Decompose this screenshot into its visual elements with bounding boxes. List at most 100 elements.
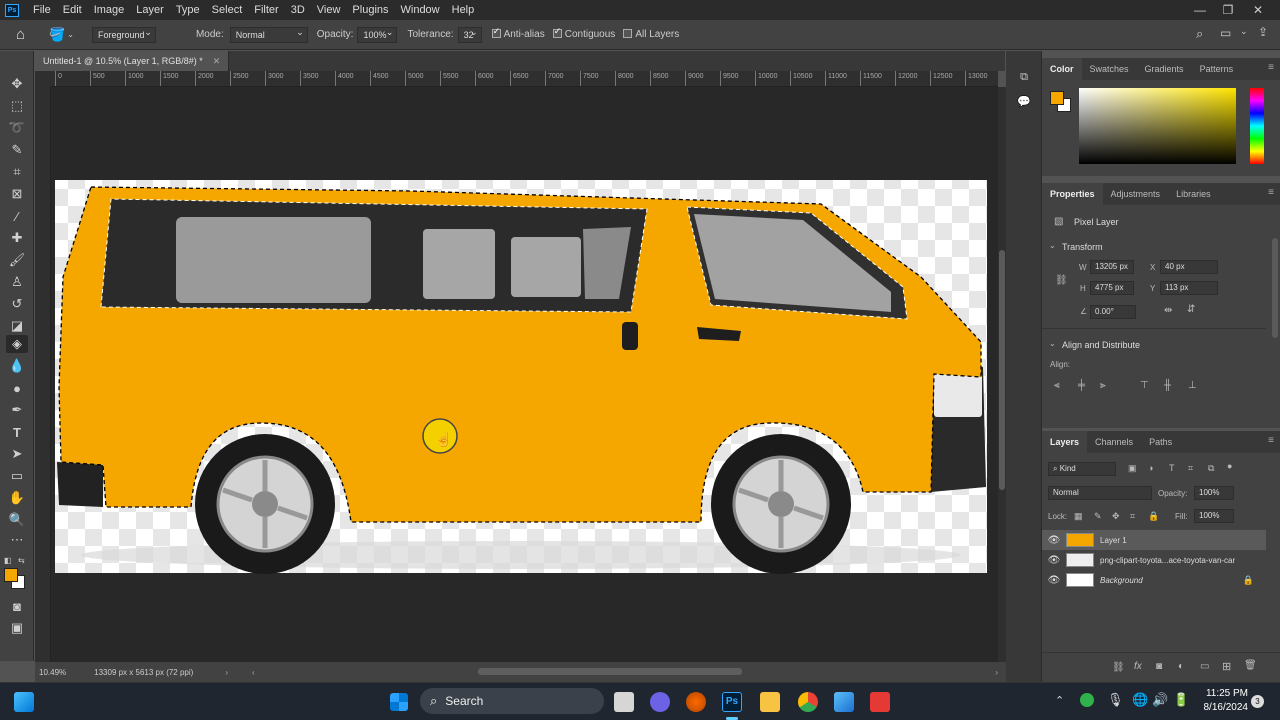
healing-brush-tool-icon[interactable]: ✚ [6,229,28,247]
file-explorer-icon[interactable] [760,692,780,712]
notification-badge[interactable]: 3 [1251,695,1264,708]
panel-menu-icon[interactable]: ≡ [1268,187,1274,198]
link-layers-icon[interactable]: ⛓ [1112,662,1125,673]
capcut-icon[interactable] [870,692,890,712]
foreground-color-swatch[interactable] [4,568,18,582]
volume-icon[interactable]: 🔊 [1152,692,1168,708]
new-group-icon[interactable]: ▭ [1200,661,1209,672]
align-top-icon[interactable]: ⊤ [1140,380,1149,391]
tolerance-input[interactable]: 32 [457,25,482,43]
share-icon[interactable]: ⇪ [1258,25,1268,39]
width-input[interactable]: 13205 px [1090,260,1134,274]
layer-name[interactable]: Layer 1 [1100,536,1127,545]
lock-artboard-icon[interactable]: ⌗ [1130,511,1135,522]
menu-3d[interactable]: 3D [285,4,311,16]
frame-tool-icon[interactable]: ⊠ [6,185,28,203]
align-left-icon[interactable]: ⫷ [1054,380,1060,391]
path-selection-tool-icon[interactable]: ➤ [6,445,28,463]
language-icon[interactable]: 🌐 [1132,692,1148,708]
contiguous-checkbox[interactable]: Contiguous [552,26,615,40]
widgets-icon[interactable] [14,692,34,712]
blur-tool-icon[interactable]: 💧 [6,357,28,375]
menu-layer[interactable]: Layer [130,4,170,16]
filter-smart-object-icon[interactable]: ⧉ [1208,463,1214,474]
chevron-down-icon[interactable]: ⌄ [67,30,74,39]
move-tool-icon[interactable]: ✥ [6,75,28,93]
swap-colors-icon[interactable]: ⇆ [18,556,25,565]
chat-icon[interactable] [650,692,670,712]
crop-tool-icon[interactable]: ⌗ [6,163,28,181]
lasso-tool-icon[interactable]: ➰ [6,119,28,137]
anti-alias-checkbox[interactable]: Anti-alias [491,26,545,40]
menu-image[interactable]: Image [88,4,131,16]
comments-panel-icon[interactable]: 💬 [1016,95,1032,111]
flip-vertical-icon[interactable]: ⇵ [1187,304,1195,315]
add-mask-icon[interactable]: ◙ [1156,661,1162,672]
layer-opacity-input[interactable]: 100% [1194,486,1234,500]
type-tool-icon[interactable]: T [6,423,28,441]
fill-input[interactable]: 100% [1194,509,1234,523]
eraser-tool-icon[interactable]: ◪ [6,317,28,335]
properties-scroll-thumb[interactable] [1272,238,1278,338]
tray-app-icon[interactable] [1080,693,1094,707]
align-right-icon[interactable]: ⫸ [1100,380,1106,391]
layer-row[interactable]: 👁 png-clipart-toyota...ace-toyota-van-ca… [1042,550,1266,570]
vertical-ruler[interactable] [35,87,51,662]
hand-tool-icon[interactable]: ✋ [6,489,28,507]
tab-adjustments[interactable]: Adjustments [1103,183,1169,205]
search-icon[interactable]: ⌕ [1196,26,1203,42]
menu-window[interactable]: Window [395,4,446,16]
paint-bucket-tool-icon[interactable]: ◈ [6,335,28,353]
align-bottom-icon[interactable]: ⊥ [1188,380,1197,391]
align-center-icon[interactable]: ╪ [1078,380,1085,391]
lock-position-icon[interactable]: ✥ [1112,511,1120,522]
chevron-down-icon[interactable]: ⌄ [1240,26,1248,37]
dodge-tool-icon[interactable]: ● [6,379,28,397]
blend-mode-select[interactable]: Normal [1048,486,1152,500]
quick-mask-icon[interactable]: ◙ [6,597,28,615]
start-button-icon[interactable] [390,693,408,711]
hue-slider[interactable] [1250,88,1264,164]
brush-tool-icon[interactable]: 🖌 [6,251,28,269]
fill-source-select[interactable]: Foreground [91,25,156,43]
menu-type[interactable]: Type [170,4,206,16]
microphone-icon[interactable]: 🎙 [1107,692,1124,708]
mode-select[interactable]: Normal [229,25,308,43]
delete-layer-icon[interactable]: 🗑 [1244,660,1257,671]
layer-name[interactable]: png-clipart-toyota...ace-toyota-van-car [1100,556,1235,565]
photoshop-taskbar-icon[interactable]: Ps [722,692,742,712]
quick-selection-tool-icon[interactable]: ✎ [6,141,28,159]
filter-type-icon[interactable]: T [1169,463,1175,473]
media-app-icon[interactable] [686,692,706,712]
color-foreground-swatch[interactable] [1050,91,1064,105]
layer-filter-select[interactable]: ⌕ Kind [1048,462,1116,476]
close-button[interactable]: ✕ [1244,0,1272,20]
default-colors-icon[interactable]: ◧ [4,556,12,565]
visibility-eye-icon[interactable]: 👁 [1042,555,1066,566]
zoom-level[interactable]: 10.49% [39,668,66,677]
marquee-tool-icon[interactable]: ⬚ [6,97,28,115]
clone-stamp-tool-icon[interactable]: ♙ [6,273,28,291]
chevron-up-icon[interactable]: ⌃ [1055,694,1064,707]
visibility-eye-icon[interactable]: 👁 [1042,575,1066,586]
menu-edit[interactable]: Edit [57,4,88,16]
menu-plugins[interactable]: Plugins [346,4,394,16]
x-input[interactable]: 40 px [1160,260,1218,274]
horizontal-ruler[interactable]: 0 500 1000 1500 2000 2500 3000 3500 4000 4500 5000… [51,71,998,87]
screen-mode-icon[interactable]: ▣ [6,619,28,637]
tab-properties[interactable]: Properties [1042,183,1103,205]
layer-row[interactable]: 👁 Layer 1 [1042,530,1266,550]
y-input[interactable]: 113 px [1160,281,1218,295]
filter-adjustment-icon[interactable]: ◑ [1148,463,1153,473]
filter-pixel-icon[interactable]: ▣ [1128,463,1137,474]
close-tab-icon[interactable]: ✕ [213,56,221,67]
clock[interactable]: 11:25 PM 8/16/2024 [1198,687,1249,715]
layer-style-icon[interactable]: fx [1134,661,1142,672]
menu-filter[interactable]: Filter [248,4,284,16]
rectangle-tool-icon[interactable]: ▭ [6,467,28,485]
new-layer-icon[interactable]: ⊞ [1222,660,1231,673]
task-view-icon[interactable] [614,692,634,712]
scroll-right-icon[interactable]: › [995,668,998,677]
pen-tool-icon[interactable]: ✒ [6,401,28,419]
lock-all-icon[interactable]: 🔒 [1148,511,1159,522]
